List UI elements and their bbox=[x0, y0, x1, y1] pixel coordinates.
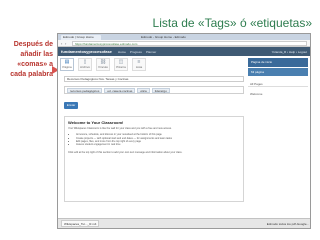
post-page-button[interactable]: ▤ Página bbox=[60, 58, 74, 71]
send-button[interactable]: Enviar bbox=[64, 102, 78, 109]
tag-chip[interactable]: ética bbox=[137, 87, 150, 93]
taskbar-window[interactable]: Edmodo todos los pdf-Google... bbox=[267, 222, 309, 226]
browser-window: Edmodo | Group Home Edmodo - Group Home … bbox=[57, 33, 311, 229]
url-field[interactable]: https://fundamentosyprocesofase.edmodo.c… bbox=[72, 40, 307, 46]
tag-chip[interactable]: liderazgo bbox=[151, 87, 170, 93]
sidebar-mypage-button[interactable]: Mi página bbox=[248, 68, 308, 76]
post-page-label: Página bbox=[62, 65, 72, 69]
sidebar-item-welcome[interactable]: Welcome bbox=[248, 92, 308, 96]
address-toolbar: ‹ › https://fundamentosyprocesofase.edmo… bbox=[58, 40, 310, 47]
sidebar-home-button[interactable]: Página de inicio bbox=[248, 58, 308, 67]
post-list-label: Lista bbox=[135, 65, 143, 69]
sidebar-section-header[interactable]: All Pages bbox=[248, 82, 308, 87]
post-type-toolbar: ▤ Página ▯ Archivo ⛓ Vínculo ◫ Pizarra ≡… bbox=[60, 58, 146, 71]
window-title: Edmodo - Group Home - Edmodo bbox=[141, 35, 186, 39]
post-link-button[interactable]: ⛓ Vínculo bbox=[96, 58, 110, 71]
download-bar: Wikispaces_Tut..._R.m4 Edmodo todos los … bbox=[58, 218, 310, 228]
page-content: ▤ Página ▯ Archivo ⛓ Vínculo ◫ Pizarra ≡… bbox=[58, 56, 310, 218]
welcome-heading: Welcome to Your Classroom! bbox=[68, 120, 124, 125]
brand-logo[interactable]: fundamentosyprocesofase bbox=[61, 49, 112, 54]
post-file-button[interactable]: ▯ Archivo bbox=[78, 58, 92, 71]
browser-tab[interactable]: Edmodo | Group Home bbox=[61, 34, 101, 40]
tag-chip[interactable]: ed. casera cocinas bbox=[104, 87, 136, 93]
tags-input[interactable]: recursos pedagógicos ed. casera cocinas … bbox=[64, 86, 244, 94]
list-item: Assess student engagement in real time bbox=[76, 143, 240, 146]
slide-title: Lista de «Tags» ó «etiquetas» bbox=[152, 16, 312, 30]
forward-icon[interactable]: › bbox=[65, 41, 69, 46]
post-file-label: Archivo bbox=[79, 65, 90, 69]
user-menu[interactable]: Yolanda_R • Help • Logout bbox=[272, 50, 307, 54]
welcome-intro: Your Wikispaces Classroom is like the wa… bbox=[68, 127, 172, 130]
slide-caption: Después de añadir las «comas» a cada pal… bbox=[10, 41, 53, 78]
welcome-list: Announce, schedule, and discuss in your … bbox=[76, 133, 240, 147]
nav-progress[interactable]: Progress bbox=[130, 50, 142, 54]
post-link-label: Vínculo bbox=[97, 65, 108, 69]
welcome-footer: Click edit at the top right of this sect… bbox=[68, 150, 183, 154]
post-list-button[interactable]: ≡ Lista bbox=[132, 58, 146, 71]
welcome-panel: Welcome to Your Classroom! Your Wikispac… bbox=[64, 116, 244, 202]
download-item[interactable]: Wikispaces_Tut..._R.m4 bbox=[61, 220, 100, 227]
post-whiteboard-label: Pizarra bbox=[116, 65, 126, 69]
subject-input[interactable]: Recursos Pedagógicos Nov. Tareas y Cocin… bbox=[64, 76, 244, 82]
app-header: fundamentosyprocesofase Home Progress Pl… bbox=[58, 47, 310, 56]
sidebar: Página de inicio Mi página All Pages Wel… bbox=[248, 58, 308, 96]
nav-home[interactable]: Home bbox=[118, 50, 126, 54]
post-whiteboard-button[interactable]: ◫ Pizarra bbox=[114, 58, 128, 71]
nav-planner[interactable]: Planner bbox=[146, 50, 156, 54]
tag-chip[interactable]: recursos pedagógicos bbox=[67, 87, 103, 93]
